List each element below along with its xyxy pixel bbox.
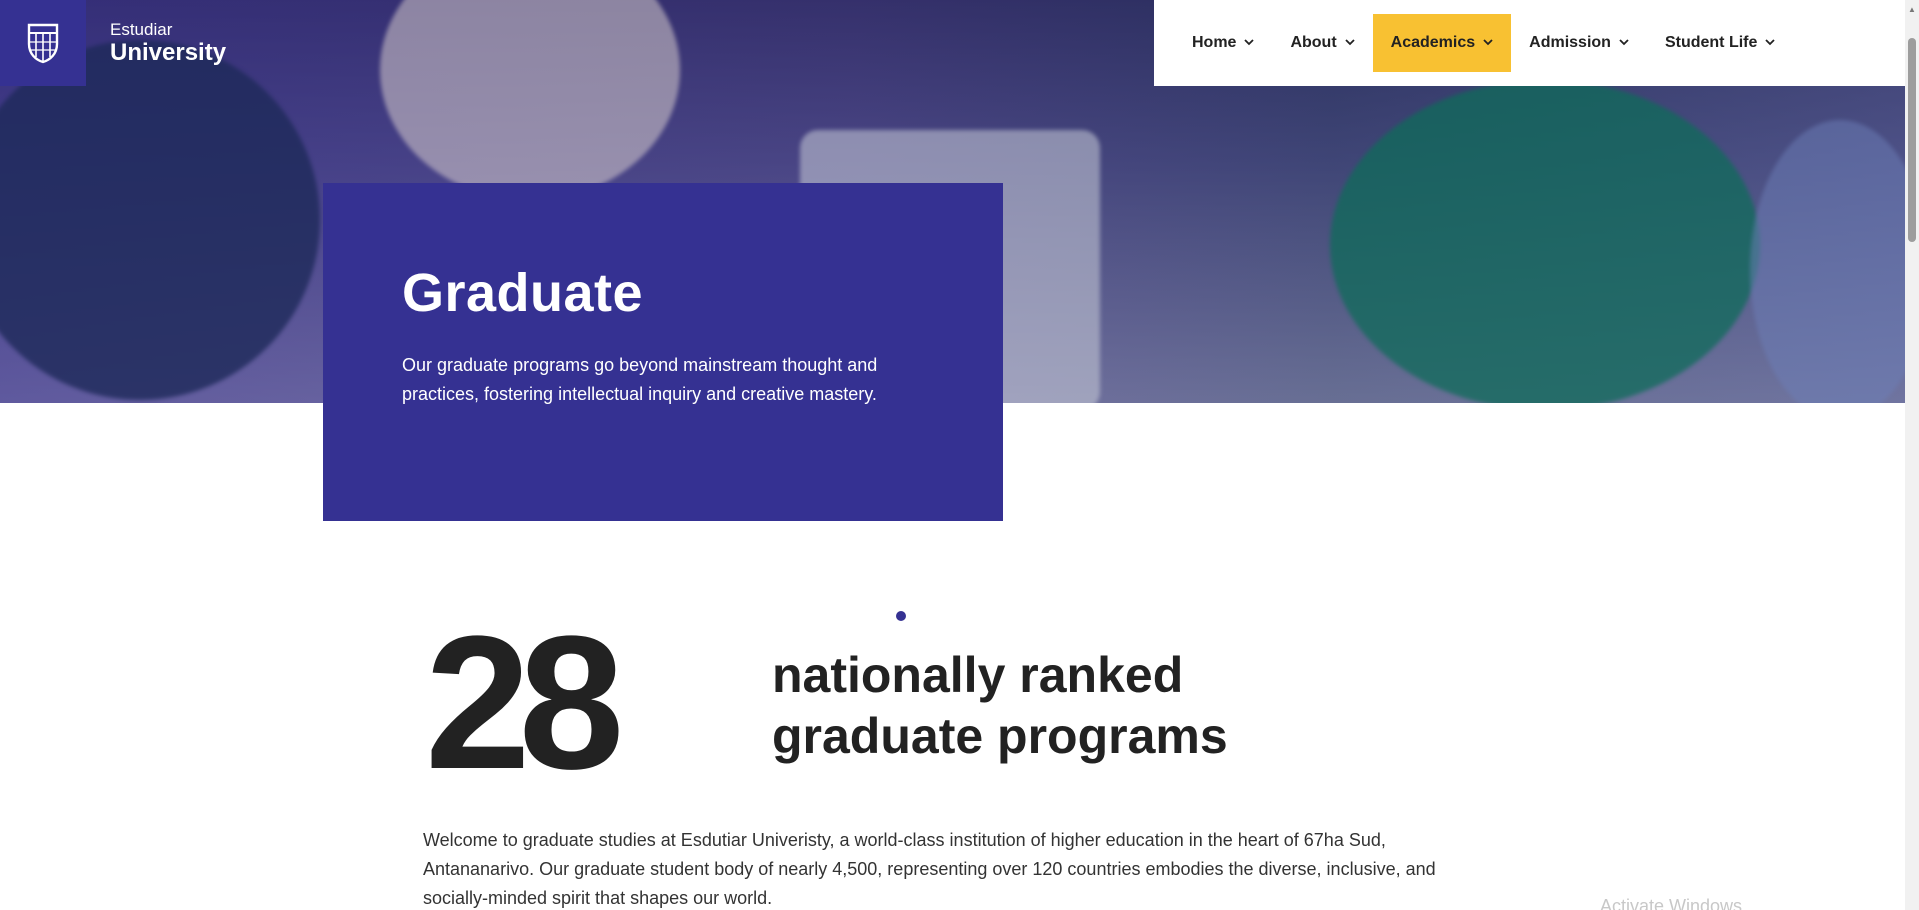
nav-item-academics[interactable]: Academics xyxy=(1372,14,1512,72)
logo-name-big: University xyxy=(110,39,227,66)
nav-item-home[interactable]: Home xyxy=(1174,14,1272,72)
nav-item-about[interactable]: About xyxy=(1272,14,1372,72)
shield-logo-icon xyxy=(27,23,59,64)
scrollbar-thumb[interactable] xyxy=(1908,38,1916,242)
logo[interactable] xyxy=(0,0,86,86)
stat-label-line1: nationally ranked xyxy=(772,647,1184,703)
nav-item-admission[interactable]: Admission xyxy=(1511,14,1647,72)
logo-name-small: Estudiar xyxy=(110,20,173,39)
nav-item-label: Home xyxy=(1192,34,1237,51)
decorative-dot xyxy=(896,611,906,621)
nav-item-label: About xyxy=(1290,34,1337,51)
chevron-down-icon xyxy=(1619,38,1629,49)
scroll-up-icon[interactable]: ▲ xyxy=(1905,2,1919,16)
intro-paragraph: Welcome to graduate studies at Esdutiar … xyxy=(423,830,1436,908)
page-title: Graduate xyxy=(402,263,644,323)
stat-label-line2: graduate programs xyxy=(772,708,1228,764)
stat-number: 28 xyxy=(425,597,624,809)
activate-windows-watermark: Activate Windows xyxy=(1600,896,1743,910)
chevron-down-icon xyxy=(1483,38,1493,49)
logo-text[interactable]: Estudiar University xyxy=(110,20,226,66)
chevron-down-icon xyxy=(1765,38,1776,49)
hero-description: Our graduate programs go beyond mainstre… xyxy=(402,355,878,404)
nav-item-label: Admission xyxy=(1529,34,1611,51)
chevron-down-icon xyxy=(1345,38,1355,49)
nav-item-label: Student Life xyxy=(1664,34,1758,51)
chevron-down-icon xyxy=(1244,38,1255,49)
hero-card: Graduate Our graduate programs go beyond… xyxy=(323,183,1003,521)
nav-item-label: Academics xyxy=(1390,34,1476,51)
scrollbar[interactable]: ▲ xyxy=(1905,0,1919,910)
stat-label: nationally ranked graduate programs xyxy=(772,645,1228,767)
main-nav: Home About Academics Admission Student L… xyxy=(1154,0,1905,86)
nav-item-student-life[interactable]: Student Life xyxy=(1647,14,1793,72)
